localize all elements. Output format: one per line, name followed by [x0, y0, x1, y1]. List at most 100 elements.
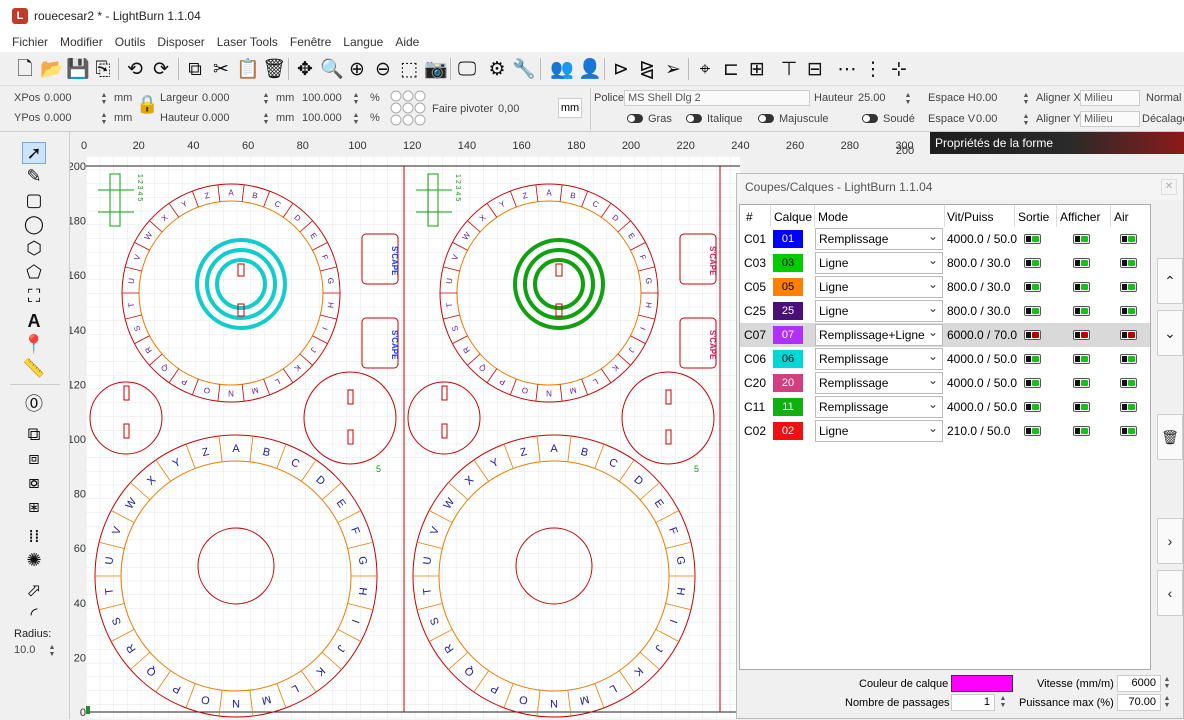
layer-row[interactable]: C03 03 Ligne 800.0 / 30.0 [740, 250, 1150, 275]
layer-show-toggle[interactable] [1073, 330, 1090, 340]
layer-color-chip[interactable]: 07 [773, 326, 803, 344]
layer-mode-dropdown[interactable]: Remplissage [815, 370, 943, 394]
layer-mode-dropdown[interactable]: Remplissage+Ligne [815, 322, 943, 346]
text-style-dropdown[interactable]: Normal [1146, 92, 1181, 104]
group-icon[interactable]: 👥 [550, 57, 574, 81]
redo-icon[interactable]: ⟳ [150, 57, 172, 81]
scale-width-field[interactable]: 100.000 [302, 92, 342, 104]
bold-toggle[interactable] [627, 114, 643, 123]
layer-color-chip[interactable]: 02 [773, 422, 803, 440]
paste-icon[interactable]: 📋 [236, 57, 260, 81]
anchor-grid-icon[interactable] [388, 88, 428, 128]
menu-disposer[interactable]: Disposer [151, 35, 210, 49]
layer-output-toggle[interactable] [1024, 354, 1041, 364]
frame-tool-icon[interactable]: ⛶ [22, 286, 46, 308]
power-field[interactable]: 70.00 [1117, 694, 1161, 711]
lock-ratio-icon[interactable]: 🔒 [136, 94, 158, 120]
menu-aide[interactable]: Aide [389, 35, 425, 49]
save-icon[interactable]: 💾 [66, 57, 90, 81]
center-target-icon[interactable]: ⌖ [694, 57, 716, 81]
layer-air-toggle[interactable] [1120, 234, 1137, 244]
union-icon[interactable]: ⧈ [22, 448, 46, 470]
layer-color-chip[interactable]: 11 [773, 398, 803, 416]
align-left-icon[interactable]: ⊏ [720, 57, 742, 81]
undo-icon[interactable]: ⟲ [124, 57, 146, 81]
send-icon[interactable]: ➢ [662, 57, 684, 81]
offset-shapes-icon[interactable]: ⓪ [22, 394, 46, 416]
layer-output-toggle[interactable] [1024, 258, 1041, 268]
menu-outils[interactable]: Outils [109, 35, 152, 49]
unit-toggle-button[interactable]: mm [558, 98, 582, 118]
italic-toggle[interactable] [686, 114, 702, 123]
layer-row[interactable]: C06 06 Remplissage 4000.0 / 50.0 [740, 346, 1150, 371]
layer-mode-dropdown[interactable]: Ligne [815, 274, 943, 298]
settings-gears-icon[interactable]: ⚙ [486, 57, 508, 81]
layer-show-toggle[interactable] [1073, 258, 1090, 268]
zoom-in-icon[interactable]: ⊕ [346, 57, 368, 81]
font-dropdown[interactable]: MS Shell Dlg 2 [624, 90, 810, 106]
vspace-spinner[interactable]: ▲ ▼ [1022, 113, 1030, 127]
uppercase-toggle[interactable] [758, 114, 774, 123]
layer-air-toggle[interactable] [1120, 258, 1137, 268]
layer-output-toggle[interactable] [1024, 282, 1041, 292]
save-as-icon[interactable]: ⎘ [92, 57, 114, 81]
delete-icon[interactable]: 🗑 [262, 57, 286, 81]
layer-color-chip[interactable]: 25 [773, 302, 803, 320]
design-drawing[interactable]: A BCDEFGHIJKLMNOPQRSTUVWXYZA BCDEFGHIJKLMN… [86, 156, 740, 719]
ellipse-tool-icon[interactable]: ◯ [22, 214, 46, 236]
design-canvas[interactable]: ABCDEFGHIJKLMNOPQRSTUVWXYZABCDEFGHIJKLMN… [86, 156, 740, 719]
scale-height-field[interactable]: 100.000 [302, 112, 342, 124]
layer-row[interactable]: C01 01 Remplissage 4000.0 / 50.0 [740, 226, 1150, 251]
expand-panel-right-icon[interactable]: › [1157, 518, 1183, 564]
new-file-icon[interactable]: 🗋 [14, 57, 36, 81]
speed-field[interactable]: 6000 [1117, 675, 1161, 692]
measure-tool-icon[interactable]: 📏 [22, 358, 46, 380]
tools-wrench-icon[interactable]: 🔧 [512, 57, 536, 81]
cut-icon[interactable]: ✂ [210, 57, 232, 81]
position-laser-icon[interactable]: 📍 [22, 334, 46, 356]
layer-mode-dropdown[interactable]: Remplissage [815, 226, 943, 250]
ungroup-icon[interactable]: 👤 [578, 57, 602, 81]
polygon-tool-icon[interactable]: ⬡ [22, 238, 46, 260]
layer-show-toggle[interactable] [1073, 282, 1090, 292]
layer-mode-dropdown[interactable]: Ligne [815, 298, 943, 322]
height-spinner[interactable]: ▲ ▼ [262, 112, 270, 126]
aligny-dropdown[interactable]: Milieu [1080, 111, 1140, 127]
text-height-spinner[interactable]: ▲ ▼ [904, 92, 912, 106]
cuts-panel-title[interactable]: Coupes/Calques - LightBurn 1.1.04 [737, 174, 1183, 200]
align-middle-icon[interactable]: ⊟ [804, 57, 826, 81]
layer-row[interactable]: C11 11 Remplissage 4000.0 / 50.0 [740, 394, 1150, 419]
fillet-tool-icon[interactable]: ◜ [22, 604, 46, 626]
layer-row[interactable]: C05 05 Ligne 800.0 / 30.0 [740, 274, 1150, 299]
layer-mode-dropdown[interactable]: Ligne [815, 418, 943, 442]
layer-mode-dropdown[interactable]: Remplissage [815, 346, 943, 370]
width-field[interactable]: 0.000 [202, 92, 230, 104]
intersect-icon[interactable]: ⧆ [22, 496, 46, 518]
radius-spinner[interactable]: ▲ ▼ [48, 644, 56, 658]
distribute-center-icon[interactable]: ⊹ [888, 57, 910, 81]
radius-field[interactable]: 10.0 [14, 644, 35, 656]
layer-color-swatch[interactable] [951, 675, 1013, 692]
xpos-field[interactable]: 0.000 [44, 92, 72, 104]
layer-output-toggle[interactable] [1024, 378, 1041, 388]
layer-show-toggle[interactable] [1073, 306, 1090, 316]
layer-output-toggle[interactable] [1024, 426, 1041, 436]
pencil-tool-icon[interactable]: ✎ [22, 166, 46, 188]
subtract-icon[interactable]: ⧇ [22, 472, 46, 494]
layer-air-toggle[interactable] [1120, 282, 1137, 292]
alignx-dropdown[interactable]: Milieu [1080, 90, 1140, 106]
mirror-icon[interactable]: ⧎ [636, 57, 658, 81]
hspace-spinner[interactable]: ▲ ▼ [1022, 92, 1030, 106]
layer-color-chip[interactable]: 01 [773, 230, 803, 248]
welded-toggle[interactable] [862, 114, 878, 123]
layer-air-toggle[interactable] [1120, 378, 1137, 388]
ypos-spinner[interactable]: ▲ ▼ [100, 112, 108, 126]
layer-color-chip[interactable]: 05 [773, 278, 803, 296]
passes-spinner[interactable]: ▲ ▼ [999, 695, 1007, 709]
zoom-out-icon[interactable]: ⊖ [372, 57, 394, 81]
close-icon[interactable]: ✕ [1161, 179, 1177, 195]
hspace-field[interactable]: 0.00 [976, 92, 997, 104]
layer-row[interactable]: C02 02 Ligne 210.0 / 50.0 [740, 418, 1150, 443]
open-folder-icon[interactable]: 📂 [40, 57, 64, 81]
ypos-field[interactable]: 0.000 [44, 112, 72, 124]
